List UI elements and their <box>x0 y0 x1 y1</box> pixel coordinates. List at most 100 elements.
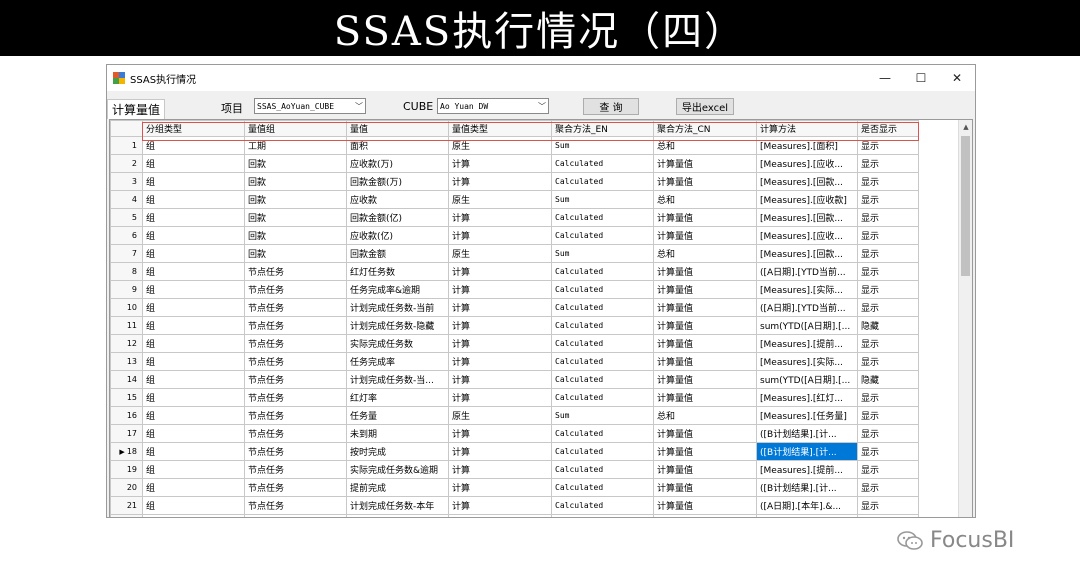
column-header[interactable]: 量值组 <box>244 120 347 137</box>
column-header[interactable]: 分组类型 <box>142 120 245 137</box>
grid-cell[interactable]: Calculated <box>551 154 654 173</box>
grid-cell[interactable]: 计算 <box>448 442 552 461</box>
grid-cell[interactable]: [Measures].[面积] <box>756 136 858 155</box>
grid-cell[interactable]: 计划完成任务数-当前 <box>346 298 449 317</box>
grid-cell[interactable]: 节点任务 <box>244 280 347 299</box>
grid-cell[interactable]: 红灯率 <box>346 388 449 407</box>
grid-cell[interactable]: 节点任务 <box>244 496 347 515</box>
grid-cell[interactable]: ([B计划结果].[计... <box>756 478 858 497</box>
table-row[interactable]: 4 组回款 应收款 原生 Sum 总和 [Measures].[应收款] 显示 <box>110 190 919 209</box>
grid-cell[interactable]: 组 <box>142 316 245 335</box>
grid-cell[interactable]: Calculated <box>551 496 654 515</box>
grid-cell[interactable]: 组 <box>142 352 245 371</box>
grid-cell[interactable]: Calculated <box>551 478 654 497</box>
grid-cell[interactable]: 工期 <box>244 136 347 155</box>
grid-cell[interactable]: 应收款(亿) <box>346 226 449 245</box>
grid-cell[interactable]: 回款 <box>244 208 347 227</box>
grid-cell[interactable]: 原生 <box>448 244 552 263</box>
grid-cell[interactable]: 显示 <box>857 478 919 497</box>
grid-cell[interactable]: Calculated <box>551 424 654 443</box>
grid-cell[interactable]: 节点任务 <box>244 388 347 407</box>
vertical-scrollbar[interactable]: ▲ <box>958 120 972 517</box>
grid-cell[interactable]: Calculated <box>551 262 654 281</box>
grid-cell[interactable]: 显示 <box>857 514 919 517</box>
grid-cell[interactable]: 回款 <box>244 190 347 209</box>
table-row[interactable]: 14 组节点任务 计划完成任务数-当... 计算 Calculated 计算量值 sum(Y… <box>110 370 919 389</box>
table-row[interactable]: 13 组节点任务 任务完成率 计算 Calculated 计算量值 [Measures].[… <box>110 352 919 371</box>
grid-cell[interactable]: 面积 <box>346 136 449 155</box>
grid-cell[interactable]: 按时完成 <box>346 442 449 461</box>
grid-cell[interactable]: 计算 <box>448 460 552 479</box>
grid-cell[interactable]: 组 <box>142 388 245 407</box>
grid-cell[interactable]: Sum <box>551 406 654 425</box>
grid-cell[interactable]: 回款 <box>244 226 347 245</box>
grid-cell[interactable]: Calculated <box>551 172 654 191</box>
grid-cell[interactable]: [Measures].[回款... <box>756 172 858 191</box>
grid-cell[interactable]: 显示 <box>857 280 919 299</box>
grid-cell[interactable]: 计算量值 <box>653 280 757 299</box>
table-row[interactable]: 2 组回款 应收款(万) 计算 Calculated 计算量值 [Measures].[应收… <box>110 154 919 173</box>
grid-cell[interactable]: [Measures].[提前... <box>756 334 858 353</box>
grid-cell[interactable]: 计算 <box>448 424 552 443</box>
grid-cell[interactable]: 总和 <box>653 190 757 209</box>
grid-cell[interactable]: Sum <box>551 190 654 209</box>
grid-cell[interactable]: Calculated <box>551 208 654 227</box>
grid-cell[interactable]: 计算量值 <box>653 370 757 389</box>
grid-cell[interactable]: 节点任务 <box>244 514 347 517</box>
grid-cell[interactable]: 组 <box>142 208 245 227</box>
grid-cell[interactable]: 计算 <box>448 172 552 191</box>
row-number[interactable]: ▶ 18 <box>110 442 143 461</box>
query-button[interactable]: 查 询 <box>583 98 639 115</box>
table-row[interactable]: 16 组节点任务 任务量 原生 Sum 总和 [Measures].[任务量] 显示 <box>110 406 919 425</box>
column-header[interactable]: 量值 <box>346 120 449 137</box>
grid-cell[interactable]: 节点任务 <box>244 316 347 335</box>
grid-cell[interactable]: Calculated <box>551 316 654 335</box>
table-row[interactable]: 20 组节点任务 提前完成 计算 Calculated 计算量值 ([B计划结果].[计..… <box>110 478 919 497</box>
grid-cell[interactable]: Calculated <box>551 370 654 389</box>
grid-cell[interactable]: 回款金额 <box>346 244 449 263</box>
grid-cell[interactable]: Calculated <box>551 280 654 299</box>
grid-cell[interactable]: 显示 <box>857 424 919 443</box>
project-select[interactable]: SSAS_AoYuan_CUBE ﹀ <box>254 98 366 114</box>
grid-cell[interactable]: 显示 <box>857 136 919 155</box>
grid-cell[interactable]: 计算量值 <box>653 352 757 371</box>
table-row[interactable]: 19 组节点任务 实际完成任务数&逾期 计算 Calculated 计算量值 [Measur… <box>110 460 919 479</box>
data-grid[interactable]: 分组类型 量值组 量值 量值类型 聚合方法_EN 聚合方法_CN 计算方法 是否… <box>109 119 973 517</box>
grid-cell[interactable]: 提前完成 <box>346 478 449 497</box>
row-number[interactable]: 14 <box>110 370 143 389</box>
grid-cell[interactable]: 组 <box>142 154 245 173</box>
row-number[interactable]: 2 <box>110 154 143 173</box>
grid-cell[interactable]: 计算量值 <box>653 514 757 517</box>
grid-cell[interactable]: 节点任务 <box>244 406 347 425</box>
grid-cell[interactable]: 原生 <box>448 406 552 425</box>
row-number[interactable]: 8 <box>110 262 143 281</box>
table-row[interactable]: 15 组节点任务 红灯率 计算 Calculated 计算量值 [Measures].[红灯… <box>110 388 919 407</box>
grid-cell[interactable]: 计算 <box>448 298 552 317</box>
grid-cell[interactable]: 组 <box>142 172 245 191</box>
grid-cell[interactable]: 回款金额(亿) <box>346 208 449 227</box>
row-number[interactable]: 3 <box>110 172 143 191</box>
grid-cell[interactable]: 显示 <box>857 352 919 371</box>
grid-cell[interactable]: [Measures].[实际... <box>756 352 858 371</box>
grid-cell[interactable]: 显示 <box>857 334 919 353</box>
grid-cell[interactable]: 计算 <box>448 208 552 227</box>
minimize-icon[interactable]: — <box>867 65 903 91</box>
row-number[interactable]: 7 <box>110 244 143 263</box>
row-number[interactable]: 11 <box>110 316 143 335</box>
grid-cell[interactable]: 计划完成任务数-隐藏 <box>346 316 449 335</box>
grid-cell[interactable]: Calculated <box>551 226 654 245</box>
grid-cell[interactable]: 计算 <box>448 334 552 353</box>
grid-cell[interactable]: [Measures].[提前... <box>756 460 858 479</box>
grid-cell[interactable]: ([B计划结果].[计... <box>756 424 858 443</box>
grid-cell[interactable]: 节点任务 <box>244 262 347 281</box>
grid-cell[interactable]: 计算量值 <box>653 208 757 227</box>
grid-cell[interactable]: 组 <box>142 280 245 299</box>
grid-cell[interactable]: 计算量值 <box>653 154 757 173</box>
row-number[interactable]: 21 <box>110 496 143 515</box>
grid-cell[interactable]: 组 <box>142 136 245 155</box>
grid-cell[interactable]: 任务完成率 <box>346 352 449 371</box>
grid-cell[interactable]: 显示 <box>857 208 919 227</box>
grid-cell[interactable]: ([A日期].[本年].&... <box>756 496 858 515</box>
grid-cell[interactable]: 显示 <box>857 262 919 281</box>
grid-cell[interactable]: 计算 <box>448 370 552 389</box>
